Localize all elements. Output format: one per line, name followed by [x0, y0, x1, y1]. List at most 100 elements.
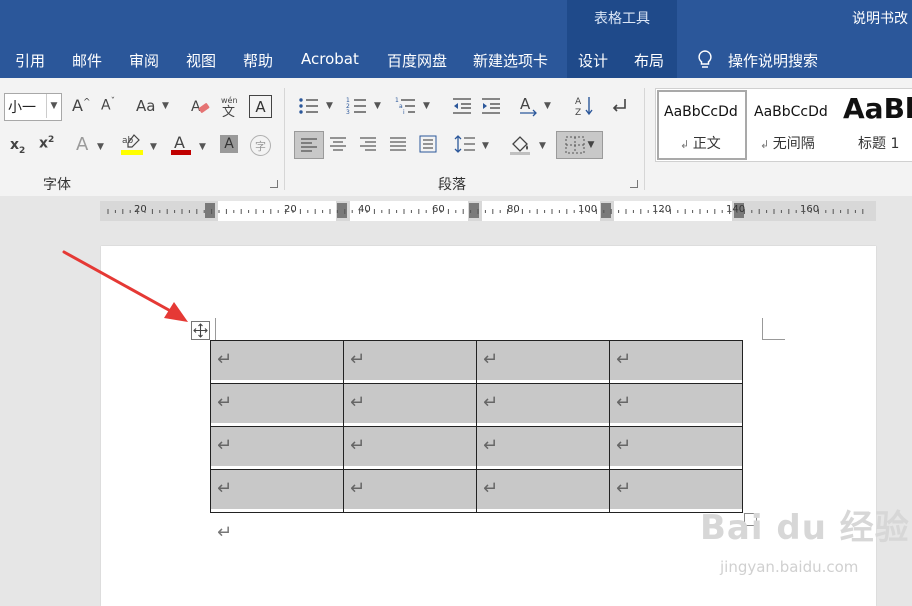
style-heading1-name[interactable]: 标题 1 [858, 133, 899, 153]
paragraph-dialog-launcher[interactable] [630, 180, 638, 188]
tab-review[interactable]: 审阅 [129, 50, 159, 71]
tab-references[interactable]: 引用 [15, 50, 45, 71]
style-no-spacing-sample[interactable]: AaBbCcDd [754, 104, 828, 120]
tab-mailings[interactable]: 邮件 [72, 50, 102, 71]
chevron-down-icon[interactable]: ▼ [423, 101, 430, 111]
shrink-font-icon[interactable]: Aˇ [101, 97, 115, 114]
numbering-icon[interactable]: 123 [346, 96, 368, 116]
superscript-icon[interactable]: x2 [39, 135, 54, 152]
ribbon-separator [284, 88, 285, 190]
tab-help[interactable]: 帮助 [243, 50, 273, 71]
baidu-jingyan-watermark: Bai du 经验 [700, 508, 910, 548]
chevron-down-icon[interactable]: ▼ [544, 101, 551, 111]
align-right-icon[interactable] [358, 133, 378, 155]
line-spacing-icon[interactable] [454, 133, 476, 155]
paragraph-group-label: 段落 [438, 177, 466, 193]
margin-corner-mark [762, 318, 785, 340]
table-cell[interactable]: ↵ [210, 426, 344, 470]
style-normal-name[interactable]: ↲ 无间隔正文 [680, 133, 721, 153]
chevron-down-icon[interactable]: ▼ [150, 142, 157, 152]
table-cell[interactable]: ↵ [210, 340, 344, 384]
highlight-icon[interactable]: ab [120, 132, 144, 156]
end-of-cell-mark: ↵ [483, 392, 499, 413]
style-normal-sample[interactable]: AaBbCcDd [664, 104, 738, 120]
table-cell[interactable]: ↵ [609, 383, 743, 427]
justify-icon[interactable] [388, 133, 408, 155]
subscript-icon[interactable]: x2 [10, 137, 25, 156]
character-shading-icon[interactable]: A [220, 135, 238, 153]
borders-icon[interactable]: ▼ [556, 131, 603, 159]
ribbon-separator [644, 88, 645, 190]
decrease-indent-icon[interactable] [451, 96, 473, 116]
document-table[interactable]: ↵ ↵ ↵ ↵ ↵ ↵ ↵ ↵ ↵ ↵ ↵ ↵ ↵ ↵ ↵ ↵ [210, 340, 743, 513]
distributed-icon[interactable] [418, 133, 438, 155]
end-of-cell-mark: ↵ [350, 349, 366, 370]
tab-design[interactable]: 设计 [578, 50, 608, 71]
chevron-down-icon[interactable]: ▼ [482, 141, 489, 151]
table-cell[interactable]: ↵ [609, 340, 743, 384]
chevron-down-icon[interactable]: ▼ [374, 101, 381, 111]
svg-text:A: A [174, 133, 185, 152]
chevron-down-icon[interactable]: ▼ [199, 142, 206, 152]
grow-font-icon[interactable]: A^ [72, 96, 91, 115]
enclose-characters-icon[interactable]: 字 [250, 135, 271, 156]
table-cell[interactable]: ↵ [476, 469, 610, 513]
bullets-icon[interactable] [298, 96, 320, 116]
tell-me-search[interactable]: 操作说明搜索 [728, 50, 818, 71]
tab-view[interactable]: 视图 [186, 50, 216, 71]
font-size-dropdown[interactable]: ▼ [46, 94, 61, 118]
increase-indent-icon[interactable] [480, 96, 502, 116]
chevron-down-icon[interactable]: ▼ [539, 141, 546, 151]
svg-text:i: i [403, 109, 405, 116]
style-no-spacing-name[interactable]: ↲ 无间隔 [760, 133, 815, 153]
end-of-cell-mark: ↵ [350, 478, 366, 499]
show-marks-icon[interactable] [610, 96, 630, 116]
font-size-value[interactable]: 小一 [8, 97, 36, 117]
lightbulb-icon[interactable] [696, 49, 714, 75]
clear-formatting-icon[interactable]: A [190, 96, 210, 116]
table-cell[interactable]: ↵ [609, 426, 743, 470]
text-effects-icon[interactable]: A [76, 134, 88, 155]
font-dialog-launcher[interactable] [270, 180, 278, 188]
table-row: ↵ ↵ ↵ ↵ [210, 426, 743, 470]
sort-icon[interactable]: AZ [575, 94, 595, 118]
tab-layout[interactable]: 布局 [634, 50, 664, 71]
end-of-cell-mark: ↵ [616, 392, 632, 413]
svg-text:wén: wén [221, 95, 238, 105]
tab-new-tab[interactable]: 新建选项卡 [473, 50, 548, 71]
multilevel-list-icon[interactable]: 1ai [395, 96, 417, 116]
end-of-cell-mark: ↵ [616, 478, 632, 499]
phonetic-guide-icon[interactable]: wén 文 [219, 94, 241, 118]
chevron-down-icon[interactable]: ▼ [162, 101, 169, 111]
shading-icon[interactable] [508, 132, 532, 156]
asian-layout-icon[interactable]: A [518, 95, 540, 117]
table-tools-label: 表格工具 [594, 11, 650, 27]
svg-text:A: A [520, 95, 531, 113]
align-left-icon[interactable] [294, 131, 324, 159]
table-cell[interactable]: ↵ [343, 340, 477, 384]
end-of-cell-mark: ↵ [217, 349, 233, 370]
table-cell[interactable]: ↵ [476, 340, 610, 384]
table-row: ↵ ↵ ↵ ↵ [210, 383, 743, 427]
table-cell[interactable]: ↵ [343, 383, 477, 427]
table-cell[interactable]: ↵ [343, 469, 477, 513]
table-cell[interactable]: ↵ [343, 426, 477, 470]
table-cell[interactable]: ↵ [210, 469, 344, 513]
change-case-icon[interactable]: Aa [136, 97, 155, 115]
table-cell[interactable]: ↵ [476, 383, 610, 427]
character-border-icon[interactable]: A [249, 95, 272, 118]
style-heading1-sample[interactable]: AaBb [843, 92, 912, 125]
svg-text:3: 3 [346, 109, 350, 116]
center-icon[interactable] [328, 133, 348, 155]
document-title: 说明书改 [852, 11, 908, 27]
table-cell[interactable]: ↵ [210, 383, 344, 427]
tab-acrobat[interactable]: Acrobat [301, 50, 359, 68]
chevron-down-icon[interactable]: ▼ [326, 101, 333, 111]
end-of-cell-mark: ↵ [616, 435, 632, 456]
font-group-label: 字体 [43, 177, 71, 193]
chevron-down-icon[interactable]: ▼ [97, 142, 104, 152]
table-cell[interactable]: ↵ [476, 426, 610, 470]
tab-baidu-netdisk[interactable]: 百度网盘 [387, 50, 447, 71]
svg-text:Z: Z [575, 108, 581, 118]
font-color-icon[interactable]: A [170, 132, 192, 156]
